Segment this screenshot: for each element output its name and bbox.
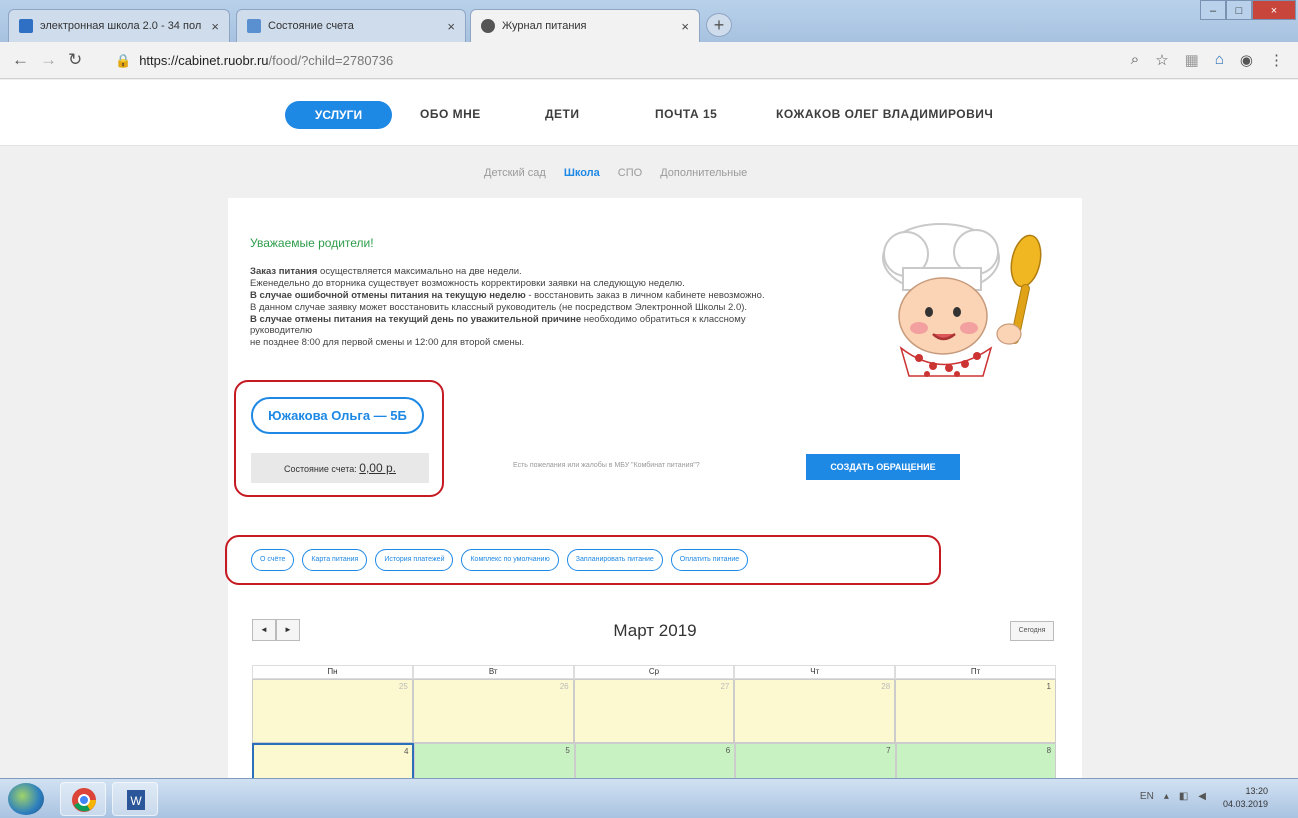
clock-date: 04.03.2019 — [1222, 799, 1268, 809]
menu-kebab-icon[interactable]: ⋮ — [1269, 51, 1284, 69]
calendar-day[interactable]: 8 — [895, 743, 1057, 783]
nav-children[interactable]: ДЕТИ — [545, 107, 580, 121]
weekday-label: Пт — [895, 665, 1056, 679]
chrome-taskbar-icon[interactable] — [60, 782, 106, 816]
calendar-week: 4 5 6 7 8 — [252, 743, 1057, 783]
site-header: УСЛУГИ ОБО МНЕ ДЕТИ ПОЧТА 15 КОЖАКОВ ОЛЕ… — [0, 80, 1298, 146]
notice-line: Еженедельно до вторника существует возмо… — [250, 278, 685, 289]
subnav-kindergarten[interactable]: Детский сад — [484, 167, 546, 179]
clock[interactable]: 13:20 04.03.2019 — [1223, 785, 1268, 811]
bookmark-star-icon[interactable]: ☆ — [1155, 51, 1168, 69]
tab-school[interactable]: электронная школа 2.0 - 34 пол × — [8, 9, 230, 42]
account-favicon-icon — [247, 19, 261, 33]
tab-food-journal[interactable]: Журнал питания × — [470, 9, 700, 42]
create-request-button[interactable]: СОЗДАТЬ ОБРАЩЕНИЕ — [806, 454, 960, 480]
highlight-child-balance — [234, 380, 444, 497]
window-controls: – □ × — [1200, 0, 1296, 20]
reload-icon[interactable]: ↻ — [68, 50, 82, 70]
calendar-day[interactable]: 28 — [734, 679, 896, 743]
system-tray: EN ▴ ◧ ◀ — [1140, 791, 1206, 802]
subnav-spo[interactable]: СПО — [618, 167, 642, 179]
nav-about-me[interactable]: ОБО МНЕ — [420, 107, 481, 121]
weekday-label: Ср — [573, 665, 735, 679]
toolbar-icons: ⌕ ☆ ▦ ⌂ ◉ ⋮ — [1131, 51, 1284, 69]
minimize-icon[interactable]: – — [1200, 0, 1226, 20]
taskbar: W EN ▴ ◧ ◀ 13:20 04.03.2019 — [0, 778, 1298, 818]
tab-account[interactable]: Состояние счета × — [236, 9, 466, 42]
notice-line: Заказ питания осуществляется максимально… — [250, 266, 522, 277]
lock-icon: 🔒 — [115, 53, 132, 68]
browser-toolbar: ← → ↻ 🔒 https://cabinet.ruobr.ru/food/?ch… — [0, 42, 1298, 79]
chef-illustration — [882, 223, 1042, 377]
calendar-day[interactable]: 5 — [414, 743, 575, 783]
svg-text:W: W — [130, 794, 142, 808]
notice-line: не позднее 8:00 для первой смены и 12:00… — [250, 337, 525, 348]
volume-icon[interactable]: ◀ — [1198, 791, 1206, 802]
nav-user-name[interactable]: КОЖАКОВ ОЛЕГ ВЛАДИМИРОВИЧ — [776, 107, 993, 121]
weekday-label: Вт — [412, 665, 574, 679]
notice-line: В случае ошибочной отмены питания на тек… — [250, 290, 765, 301]
calendar-grid: Пн Вт Ср Чт Пт 25 26 27 28 1 4 5 6 7 8 — [252, 665, 1057, 783]
extension-home-icon[interactable]: ⌂ — [1215, 51, 1224, 69]
close-icon[interactable]: × — [681, 19, 689, 34]
profile-icon[interactable]: ◉ — [1240, 51, 1253, 69]
back-arrow-icon[interactable]: ← — [12, 50, 29, 70]
weekday-label: Пн — [252, 665, 413, 679]
close-icon[interactable]: × — [447, 19, 455, 34]
today-button[interactable]: Сегодня — [1010, 621, 1054, 641]
food-favicon-icon — [481, 19, 495, 33]
close-window-icon[interactable]: × — [1252, 0, 1296, 20]
calendar-day[interactable]: 1 — [895, 679, 1056, 743]
calendar-day[interactable]: 6 — [574, 743, 736, 783]
word-icon: W — [127, 790, 145, 810]
greeting-heading: Уважаемые родители! — [250, 236, 374, 250]
calendar-title: Март 2019 — [613, 621, 697, 640]
maximize-icon[interactable]: □ — [1226, 0, 1252, 20]
subnav-additional[interactable]: Дополнительные — [660, 167, 747, 179]
tray-arrow-icon[interactable]: ▴ — [1164, 791, 1169, 802]
subnav-school[interactable]: Школа — [564, 167, 600, 179]
url-path: /food/?child=2780736 — [268, 53, 394, 68]
notice-line: В данном случае заявку может восстановит… — [250, 302, 748, 313]
clock-time: 13:20 — [1245, 786, 1268, 796]
start-button-icon[interactable] — [8, 783, 44, 815]
calendar-week: 25 26 27 28 1 — [252, 679, 1056, 743]
notice-line: руководителю — [250, 325, 313, 336]
chrome-icon — [72, 788, 96, 812]
weekday-label: Чт — [734, 665, 896, 679]
calendar-day[interactable]: 26 — [412, 679, 574, 743]
tab-title: электронная школа 2.0 - 34 пол — [40, 20, 202, 32]
calendar-day[interactable]: 7 — [735, 743, 896, 783]
calendar-day[interactable]: 25 — [252, 679, 413, 743]
zoom-icon[interactable]: ⌕ — [1131, 51, 1139, 69]
school-favicon-icon — [19, 19, 33, 33]
url-host: https://cabinet.ruobr.ru — [139, 53, 269, 68]
forward-arrow-icon[interactable]: → — [40, 50, 57, 70]
tab-title: Журнал питания — [502, 20, 587, 32]
nav-mail[interactable]: ПОЧТА 15 — [655, 107, 717, 121]
notice-line: В случае отмены питания на текущий день … — [250, 314, 746, 325]
complaint-prompt: Есть пожелания или жалобы в МБУ "Комбина… — [513, 462, 700, 469]
new-tab-button[interactable]: + — [706, 13, 732, 37]
language-indicator[interactable]: EN — [1140, 791, 1154, 802]
calendar-day-today[interactable]: 4 — [252, 743, 415, 783]
highlight-action-buttons — [225, 535, 941, 585]
network-icon[interactable]: ◧ — [1179, 791, 1188, 802]
extension-icon[interactable]: ▦ — [1185, 51, 1199, 69]
close-icon[interactable]: × — [211, 19, 219, 34]
weekday-header: Пн Вт Ср Чт Пт — [252, 665, 1056, 679]
address-bar[interactable]: 🔒 https://cabinet.ruobr.ru/food/?child=27… — [115, 53, 393, 69]
browser-tab-bar: электронная школа 2.0 - 34 пол × Состоян… — [0, 0, 1298, 42]
word-taskbar-icon[interactable]: W — [112, 782, 158, 816]
calendar-day[interactable]: 27 — [573, 679, 735, 743]
sub-navigation: Детский сад Школа СПО Дополнительные — [484, 167, 747, 179]
tab-title: Состояние счета — [268, 20, 354, 32]
nav-services[interactable]: УСЛУГИ — [285, 101, 392, 129]
